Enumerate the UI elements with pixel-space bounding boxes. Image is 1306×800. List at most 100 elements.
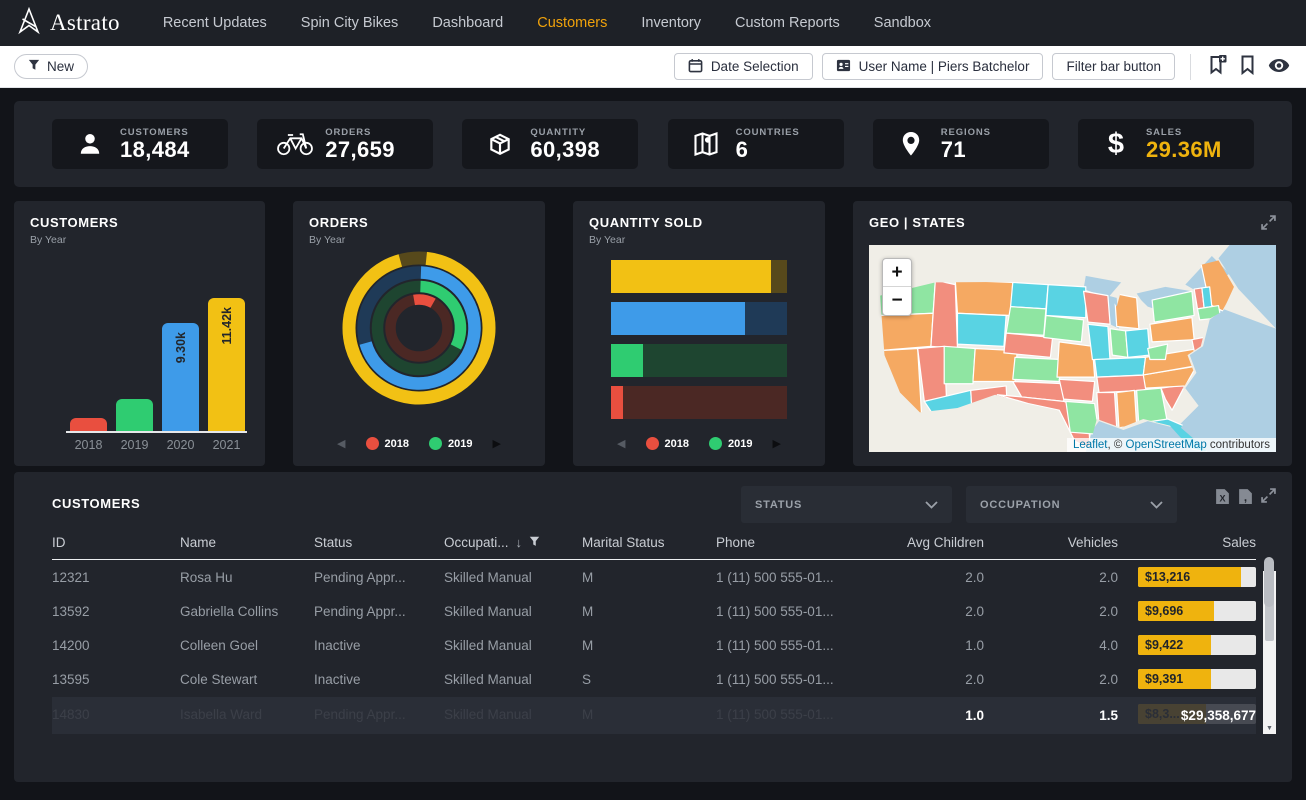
chart-title: CUSTOMERS (30, 215, 249, 230)
hbar-2018[interactable] (611, 386, 787, 419)
top-nav: Astrato Recent UpdatesSpin City BikesDas… (0, 0, 1306, 46)
bar-2019[interactable] (116, 399, 153, 431)
bookmark-add-button[interactable] (1206, 53, 1229, 80)
nav-item-customers[interactable]: Customers (520, 15, 624, 31)
bicycle-icon (275, 132, 315, 156)
kpi-text: QUANTITY60,398 (530, 127, 600, 161)
column-label: Vehicles (1068, 535, 1118, 550)
kpi-card-regions: REGIONS71 (873, 119, 1049, 169)
column-header-sales[interactable]: Sales (1118, 535, 1256, 550)
expand-icon[interactable] (1261, 488, 1276, 510)
column-header-avg-children[interactable]: Avg Children (888, 535, 984, 550)
cell-sales: $9,422 (1118, 635, 1256, 655)
totals-vehicles: 1.5 (984, 708, 1118, 723)
column-filter-icon[interactable] (529, 535, 540, 550)
us-states-map[interactable]: + − Leaflet, © OpenStreetMap contributor… (869, 245, 1276, 452)
osm-link[interactable]: OpenStreetMap (1126, 439, 1207, 451)
cell-vehicles: 2.0 (984, 604, 1118, 619)
leaflet-link[interactable]: Leaflet (1073, 439, 1108, 451)
brand[interactable]: Astrato (16, 7, 120, 40)
legend-prev-arrow[interactable]: ◀ (617, 437, 625, 450)
chevron-down-icon (1150, 496, 1163, 514)
nav-item-spin-city-bikes[interactable]: Spin City Bikes (284, 15, 416, 31)
bar-2018[interactable] (70, 418, 107, 431)
table-header-row: ID NameStatusOccupati...↓Marital Status Ph… (52, 535, 1256, 560)
nav-item-inventory[interactable]: Inventory (624, 15, 718, 31)
kpi-text: ORDERS27,659 (325, 127, 395, 161)
column-header-name[interactable]: Name (180, 535, 314, 550)
outer-scrollbar-thumb[interactable] (1264, 557, 1274, 607)
export-excel-icon[interactable]: X (1215, 488, 1230, 510)
bookmark-button[interactable] (1238, 53, 1257, 80)
expand-icon[interactable] (1261, 215, 1276, 235)
cell-status: Inactive (314, 638, 444, 653)
column-label: Marital Status (582, 535, 665, 550)
scroll-down-arrow[interactable]: ▼ (1263, 722, 1276, 734)
id-badge-icon (836, 58, 851, 76)
data-grid: ID NameStatusOccupati...↓Marital Status Ph… (30, 535, 1276, 734)
nav-item-recent-updates[interactable]: Recent Updates (146, 15, 284, 31)
astrato-dashboard: Astrato Recent UpdatesSpin City BikesDas… (0, 0, 1306, 800)
bar-2020[interactable]: 9.30k (162, 323, 199, 431)
zoom-out-button[interactable]: − (883, 287, 911, 315)
occupation-filter-dropdown[interactable]: OCCUPATION (966, 486, 1177, 523)
hbar-fill (611, 260, 771, 293)
column-header-vehicles[interactable]: Vehicles (984, 535, 1118, 550)
cell-name: Cole Stewart (180, 672, 314, 687)
bookmark-add-icon (1208, 55, 1227, 78)
legend-next-arrow[interactable]: ▶ (492, 437, 500, 450)
new-filter-chip[interactable]: New (14, 54, 88, 79)
hbar-fill (611, 344, 643, 377)
hbar-2021[interactable] (611, 260, 787, 293)
legend-prev-arrow[interactable]: ◀ (337, 437, 345, 450)
bar-value-label: 9.30k (174, 332, 188, 363)
legend-item-2019[interactable]: 2019 (709, 437, 752, 450)
map-icon (686, 130, 726, 158)
column-header-status[interactable]: Status (314, 535, 444, 550)
totals-row: 14830Isabella WardPending Appr...Skilled… (52, 697, 1256, 734)
nav-item-custom-reports[interactable]: Custom Reports (718, 15, 857, 31)
export-csv-icon[interactable]: , (1238, 488, 1253, 510)
filter-bar-button[interactable]: Filter bar button (1052, 53, 1175, 80)
bar-2021[interactable]: 11.42k (208, 298, 245, 431)
column-header-occupati[interactable]: Occupati...↓ (444, 535, 582, 550)
legend-item-2018[interactable]: 2018 (366, 437, 409, 450)
zoom-in-button[interactable]: + (883, 259, 911, 287)
hbar-2019[interactable] (611, 344, 787, 377)
x-tick-label: 2019 (116, 438, 153, 452)
legend-label: 2019 (448, 438, 472, 450)
table-row[interactable]: 14200Colleen GoelInactiveSkilled ManualM… (52, 628, 1256, 662)
table-row[interactable]: 13592Gabriella CollinsPending Appr...Ski… (52, 594, 1256, 628)
eye-icon (1268, 58, 1290, 76)
status-filter-dropdown[interactable]: STATUS (741, 486, 952, 523)
sort-desc-icon[interactable]: ↓ (516, 535, 523, 550)
date-selection-button[interactable]: Date Selection (674, 53, 813, 80)
kpi-card-quantity: QUANTITY60,398 (462, 119, 638, 169)
sales-bar: $9,696 (1138, 601, 1256, 621)
sales-bar: $9,391 (1138, 669, 1256, 689)
legend-dot (429, 437, 442, 450)
kpi-card-sales: $SALES29.36M (1078, 119, 1254, 169)
sales-value: $9,696 (1145, 601, 1183, 621)
nav-item-sandbox[interactable]: Sandbox (857, 15, 948, 31)
cell-id: 13592 (52, 604, 180, 619)
map-zoom-control: + − (882, 258, 912, 316)
legend-item-2019[interactable]: 2019 (429, 437, 472, 450)
person-icon (70, 131, 110, 157)
column-header-phone[interactable]: Phone (716, 535, 888, 550)
legend-next-arrow[interactable]: ▶ (772, 437, 780, 450)
column-header-marital-status[interactable]: Marital Status (582, 535, 716, 550)
column-label: ID (52, 535, 66, 550)
column-header-id[interactable]: ID (52, 535, 180, 550)
legend-item-2018[interactable]: 2018 (646, 437, 689, 450)
table-row[interactable]: 12321Rosa HuPending Appr...Skilled Manua… (52, 560, 1256, 594)
cell-marital: M (582, 570, 716, 585)
visibility-button[interactable] (1266, 56, 1292, 78)
nav-item-dashboard[interactable]: Dashboard (415, 15, 520, 31)
user-name-button[interactable]: User Name | Piers Batchelor (822, 53, 1044, 80)
table-row[interactable]: 13595Cole StewartInactiveSkilled ManualS… (52, 662, 1256, 696)
sales-bar: $13,216 (1138, 567, 1256, 587)
hbar-2020[interactable] (611, 302, 787, 335)
legend-dot (646, 437, 659, 450)
cell-name: Rosa Hu (180, 570, 314, 585)
